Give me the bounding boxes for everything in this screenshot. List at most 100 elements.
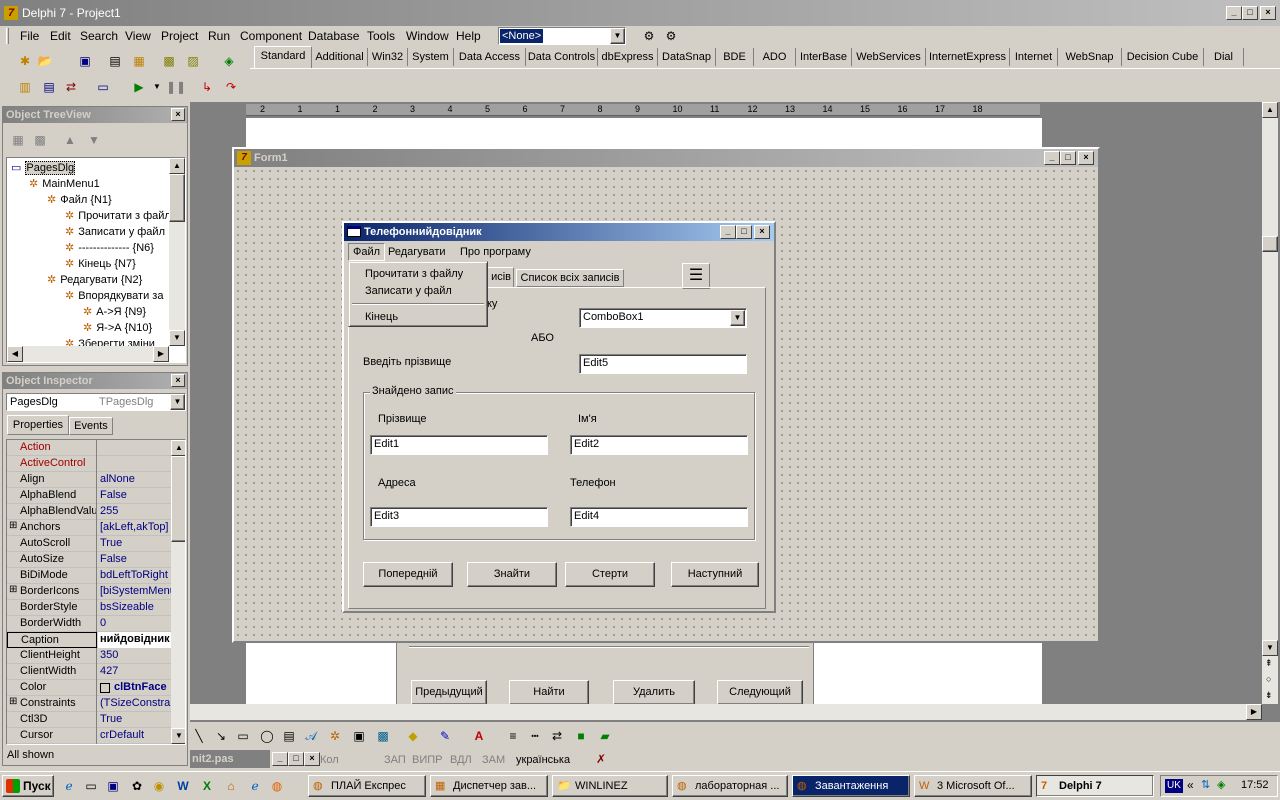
add-file-icon[interactable]: ▩ bbox=[160, 52, 178, 70]
property-row[interactable]: ClientWidth 427 bbox=[7, 664, 185, 680]
form1-minimize-button[interactable]: _ bbox=[1044, 151, 1060, 165]
treeview-scrollbar[interactable]: ▲ ▼ bbox=[169, 158, 185, 346]
editor-tab[interactable]: nit2.pas bbox=[190, 750, 270, 768]
property-row[interactable]: ⊞ Constraints (TSizeConstraint bbox=[7, 696, 185, 712]
textbox-icon[interactable]: ▤ bbox=[280, 727, 298, 745]
clipart-icon[interactable]: ▣ bbox=[350, 727, 368, 745]
trace-into-icon[interactable]: ↳ bbox=[198, 78, 216, 96]
lang-indicator[interactable]: UK bbox=[1165, 779, 1183, 793]
tree-item[interactable]: ✲ Прочитати з файл bbox=[65, 208, 171, 224]
property-value[interactable] bbox=[98, 440, 176, 456]
palette-tab-system[interactable]: System bbox=[408, 48, 454, 66]
scroll-thumb[interactable] bbox=[1262, 236, 1278, 252]
palette-tab-additional[interactable]: Additional bbox=[312, 48, 368, 66]
close-button[interactable]: × bbox=[1260, 6, 1276, 20]
quicklaunch-save-icon[interactable]: ▣ bbox=[104, 777, 122, 795]
quicklaunch-excel-icon[interactable]: X bbox=[198, 777, 216, 795]
tree-delete-item-icon[interactable]: ▩ bbox=[31, 131, 49, 149]
inspector-object-combo[interactable]: PagesDlg TPagesDlg ▼ bbox=[6, 393, 186, 411]
menu-exit[interactable]: Кінець bbox=[365, 309, 398, 325]
tab-all-records[interactable]: Список всіх записів bbox=[516, 269, 624, 287]
palette-tab-internetexpress[interactable]: InternetExpress bbox=[926, 48, 1010, 66]
inspector-scrollbar[interactable]: ▲ ▼ bbox=[171, 440, 185, 744]
clear-button[interactable]: Стерти bbox=[565, 562, 655, 587]
scroll-down-icon[interactable]: ▼ bbox=[171, 728, 185, 744]
palette-tab-webservices[interactable]: WebServices bbox=[852, 48, 926, 66]
combobox1[interactable]: ComboBox1 ▼ bbox=[579, 308, 747, 328]
scroll-up-icon[interactable]: ▲ bbox=[171, 440, 185, 456]
minimize-button[interactable]: _ bbox=[1226, 6, 1242, 20]
property-row[interactable]: ⊞ BorderIcons [biSystemMenu, bbox=[7, 584, 185, 600]
tree-item[interactable]: ✲ Я->А {N10} bbox=[83, 320, 152, 336]
font-color-icon[interactable]: A bbox=[470, 727, 488, 745]
property-value[interactable]: 0 bbox=[98, 616, 176, 632]
dialog-menu-file[interactable]: Файл bbox=[348, 243, 386, 261]
menu-edit[interactable]: Edit bbox=[50, 25, 71, 47]
taskbar-button[interactable]: 📁 WINLINEZ bbox=[552, 775, 668, 797]
tree-item[interactable]: ✲ Файл {N1} bbox=[47, 192, 112, 208]
property-value[interactable]: [biSystemMenu, bbox=[98, 584, 176, 600]
scroll-right-icon[interactable]: ▶ bbox=[153, 346, 169, 362]
taskbar-button[interactable]: ▦ Диспетчер зав... bbox=[430, 775, 548, 797]
toggle-form-unit-icon[interactable]: ⇄ bbox=[62, 78, 80, 96]
menu-file[interactable]: File bbox=[20, 25, 39, 47]
remove-file-icon[interactable]: ▨ bbox=[184, 52, 202, 70]
editor-close-button[interactable]: × bbox=[304, 752, 320, 766]
property-value[interactable]: [akLeft,akTop] bbox=[98, 520, 176, 536]
editor-max-button[interactable]: □ bbox=[288, 752, 304, 766]
save-all-icon[interactable]: ▤ bbox=[106, 52, 124, 70]
taskbar-button[interactable]: ◍ Завантаження bbox=[792, 775, 910, 797]
quicklaunch-media-icon[interactable]: ◉ bbox=[150, 777, 168, 795]
arrow-down-icon[interactable]: ▼ bbox=[85, 131, 103, 149]
step-over-icon[interactable]: ↷ bbox=[222, 78, 240, 96]
picture-icon[interactable]: ▩ bbox=[374, 727, 392, 745]
shadow-icon[interactable]: ■ bbox=[572, 727, 590, 745]
view-unit-icon[interactable]: ▥ bbox=[16, 78, 34, 96]
property-row[interactable]: Cursor crDefault bbox=[7, 728, 185, 744]
edit2[interactable]: Edit2 bbox=[570, 435, 748, 455]
toolbar-icon-a[interactable]: ⚙ bbox=[640, 27, 658, 45]
browse-object-icon[interactable]: ○ bbox=[1266, 674, 1271, 684]
help-icon[interactable]: ◈ bbox=[220, 52, 238, 70]
edit3[interactable]: Edit3 bbox=[370, 507, 548, 527]
property-row[interactable]: AutoSize False bbox=[7, 552, 185, 568]
quicklaunch-app2-icon[interactable]: ⌂ bbox=[222, 777, 240, 795]
property-value[interactable]: (TSizeConstraint bbox=[98, 696, 176, 712]
scroll-thumb[interactable] bbox=[169, 174, 185, 222]
taskbar-button[interactable]: 7 Delphi 7 bbox=[1036, 775, 1154, 797]
tab-events[interactable]: Events bbox=[69, 417, 113, 435]
menu-run[interactable]: Run bbox=[208, 25, 230, 47]
property-value[interactable]: bdLeftToRight bbox=[98, 568, 176, 584]
open-project-icon[interactable]: ▦ bbox=[130, 52, 148, 70]
quicklaunch-desktop-icon[interactable]: ▭ bbox=[82, 777, 100, 795]
property-row[interactable]: Color clBtnFace bbox=[7, 680, 185, 696]
tree-item[interactable]: ✲ Кінець {N7} bbox=[65, 256, 136, 272]
tree-item[interactable]: ✲ -------------- {N6} bbox=[65, 240, 154, 256]
property-value[interactable]: True bbox=[98, 536, 176, 552]
palette-tab-decision-cube[interactable]: Decision Cube bbox=[1122, 48, 1204, 66]
menu-database[interactable]: Database bbox=[308, 25, 359, 47]
toolbar-icon-b[interactable]: ⚙ bbox=[662, 27, 680, 45]
property-value[interactable]: bsSizeable bbox=[98, 600, 176, 616]
volume-icon[interactable]: ◈ bbox=[1217, 778, 1225, 791]
scroll-thumb[interactable] bbox=[171, 456, 185, 542]
property-value[interactable]: False bbox=[98, 488, 176, 504]
form1-close-button[interactable]: × bbox=[1078, 151, 1094, 165]
property-value[interactable]: False bbox=[98, 552, 176, 568]
property-value[interactable] bbox=[98, 456, 176, 472]
edit5[interactable]: Edit5 bbox=[579, 354, 747, 374]
palette-tab-websnap[interactable]: WebSnap bbox=[1058, 48, 1122, 66]
editor-hscrollbar[interactable]: ▶ bbox=[190, 704, 1262, 720]
arrow-icon[interactable]: ↘ bbox=[212, 727, 230, 745]
line-color-icon[interactable]: ✎ bbox=[436, 727, 454, 745]
tree-item[interactable]: ✲ Редагувати {N2} bbox=[47, 272, 142, 288]
scroll-down-icon[interactable]: ▼ bbox=[1262, 640, 1278, 656]
property-value[interactable]: 350 bbox=[98, 648, 176, 664]
chevron-down-icon[interactable]: ▼ bbox=[170, 394, 185, 410]
taskbar-button[interactable]: ◍ лабораторная ... bbox=[672, 775, 788, 797]
property-row[interactable]: Ctl3D True bbox=[7, 712, 185, 728]
tree-item[interactable]: ✲ Записати у файл bbox=[65, 224, 165, 240]
find-button-bg[interactable]: Найти bbox=[509, 680, 589, 705]
chevron-down-icon[interactable]: ▼ bbox=[610, 28, 625, 44]
scroll-up-icon[interactable]: ▲ bbox=[1262, 102, 1278, 118]
